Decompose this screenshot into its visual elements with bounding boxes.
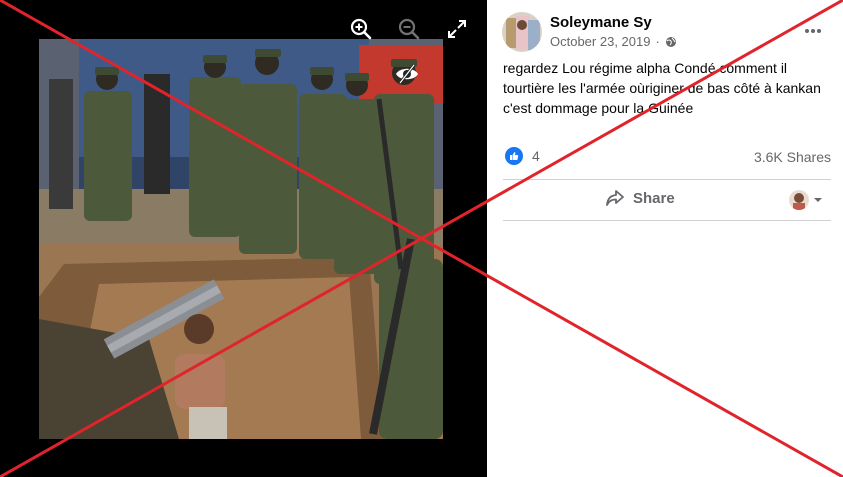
zoom-in-icon [350,18,372,40]
zoom-out-icon [398,18,420,40]
thumbs-up-icon [505,147,523,165]
zoom-out-button[interactable] [394,14,424,44]
post-text: regardez Lou régime alpha Condé comment … [503,60,821,116]
divider-top [503,179,831,180]
share-arrow-icon [606,190,624,206]
post-date[interactable]: October 23, 2019 [550,34,650,49]
post-panel: Soleymane Sy October 23, 2019 · regardez… [487,0,843,477]
eye-slash-icon [396,64,418,84]
author-name[interactable]: Soleymane Sy [550,14,652,31]
photo-viewer [0,0,487,477]
fullscreen-icon [448,20,466,38]
share-label: Share [633,189,675,207]
more-options-button[interactable] [800,18,826,44]
zoom-in-button[interactable] [346,14,376,44]
user-avatar [789,190,809,210]
post-meta: October 23, 2019 · [550,34,677,49]
share-button[interactable]: Share [605,189,675,207]
eye-slash-badge [393,60,421,88]
reaction-count: 4 [532,148,540,164]
post-photo[interactable] [39,39,443,439]
share-as-selector[interactable] [789,190,823,210]
ellipsis-icon [805,29,821,33]
photo-illustration [39,39,443,439]
avatar-image [502,12,542,52]
chevron-down-icon [814,198,822,202]
shares-count[interactable]: 3.6K Shares [754,149,831,165]
globe-icon [665,36,676,47]
divider-bottom [503,220,831,221]
fullscreen-button[interactable] [442,14,472,44]
avatar[interactable] [502,12,542,52]
meta-separator: · [655,34,660,49]
reaction-summary[interactable]: 4 [505,147,540,165]
